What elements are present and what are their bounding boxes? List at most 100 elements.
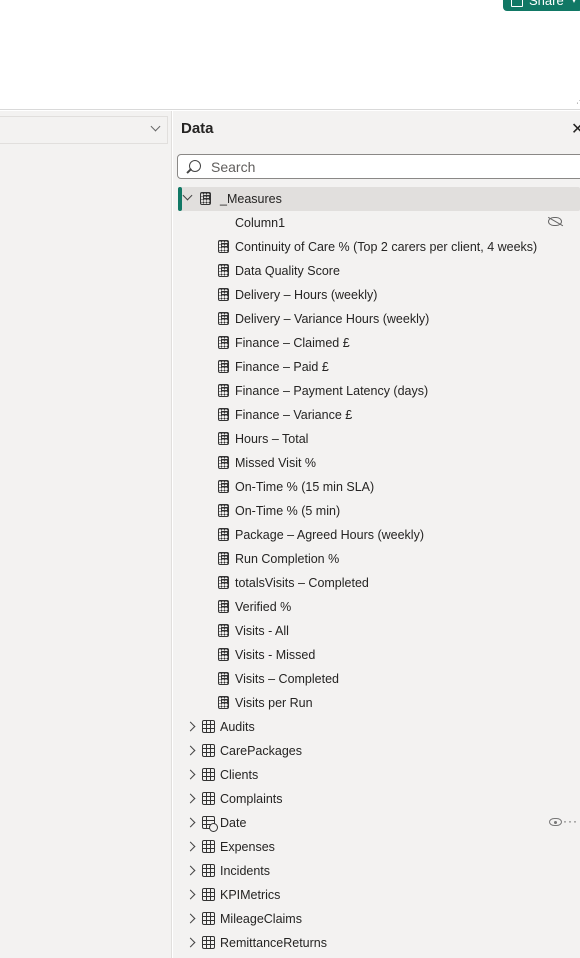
calculator-icon	[218, 648, 229, 661]
measure-item[interactable]: totalsVisits – Completed	[173, 571, 580, 595]
measure-item[interactable]: Finance – Variance £	[173, 403, 580, 427]
measure-label: Finance – Payment Latency (days)	[235, 384, 429, 398]
table-row[interactable]: Clients	[173, 763, 580, 787]
data-pane: Data ✕ _Measures Column1 Continuity of Car…	[173, 111, 580, 958]
table-row[interactable]: Complaints	[173, 787, 580, 811]
measure-item[interactable]: Continuity of Care % (Top 2 carers per c…	[173, 235, 580, 259]
measure-item[interactable]: Finance – Paid £	[173, 355, 580, 379]
chevron-down-icon: ▾	[571, 0, 577, 5]
measure-item[interactable]: Finance – Payment Latency (days)	[173, 379, 580, 403]
calculator-icon	[218, 408, 229, 421]
search-input[interactable]	[211, 158, 571, 176]
table-row[interactable]: Date ···	[173, 811, 580, 835]
calculator-icon	[218, 552, 229, 565]
measure-item[interactable]: Run Completion %	[173, 547, 580, 571]
measure-label: Hours – Total	[235, 432, 309, 446]
measure-label: Column1	[235, 216, 286, 230]
calculator-icon	[218, 288, 229, 301]
measure-item[interactable]: Hours – Total	[173, 427, 580, 451]
table-row-measures[interactable]: _Measures	[178, 187, 580, 211]
top-bar: Share ▾ ⋰	[0, 0, 580, 110]
table-icon	[202, 936, 215, 949]
eye-icon[interactable]	[549, 818, 562, 826]
measure-label: On-Time % (5 min)	[235, 504, 341, 518]
filters-pane	[0, 111, 172, 958]
share-button[interactable]: Share ▾	[503, 0, 580, 11]
table-row[interactable]: Incidents	[173, 859, 580, 883]
measure-item[interactable]: Visits – Completed	[173, 667, 580, 691]
measure-item[interactable]: Missed Visit %	[173, 451, 580, 475]
chevron-right-icon[interactable]	[185, 889, 196, 900]
table-icon	[202, 792, 215, 805]
measure-item[interactable]: Delivery – Hours (weekly)	[173, 283, 580, 307]
chevron-right-icon[interactable]	[185, 913, 196, 924]
filter-dropdown[interactable]	[0, 116, 168, 144]
measure-item[interactable]: Finance – Claimed £	[173, 331, 580, 355]
chevron-right-icon[interactable]	[185, 721, 196, 732]
table-label: _Measures	[220, 192, 282, 206]
measure-label: Visits per Run	[235, 696, 313, 710]
calculator-icon	[218, 576, 229, 589]
date-table-icon	[202, 816, 218, 832]
calculator-icon	[218, 456, 229, 469]
measure-label: Finance – Claimed £	[235, 336, 350, 350]
chevron-right-icon[interactable]	[185, 937, 196, 948]
calculator-icon	[218, 504, 229, 517]
table-row[interactable]: MileageClaims	[173, 907, 580, 931]
hidden-eye-icon[interactable]	[548, 217, 562, 226]
measure-item[interactable]: On-Time % (15 min SLA)	[173, 475, 580, 499]
table-row[interactable]: CarePackages	[173, 739, 580, 763]
table-icon	[202, 912, 215, 925]
measure-item[interactable]: Data Quality Score	[173, 259, 580, 283]
share-icon	[511, 0, 523, 7]
measure-label: Finance – Variance £	[235, 408, 353, 422]
chevron-right-icon[interactable]	[185, 793, 196, 804]
measure-label: Delivery – Hours (weekly)	[235, 288, 378, 302]
measure-label: On-Time % (15 min SLA)	[235, 480, 375, 494]
measure-item[interactable]: On-Time % (5 min)	[173, 499, 580, 523]
measure-item[interactable]: Delivery – Variance Hours (weekly)	[173, 307, 580, 331]
measure-label: totalsVisits – Completed	[235, 576, 369, 590]
share-label: Share	[529, 0, 564, 8]
chevron-right-icon[interactable]	[185, 817, 196, 828]
table-label: Incidents	[220, 864, 271, 878]
calculator-icon	[218, 312, 229, 325]
resize-handle-icon[interactable]: ⋰	[576, 96, 580, 105]
calculator-icon	[218, 528, 229, 541]
pane-title: Data	[181, 120, 214, 137]
table-row[interactable]: Expenses	[173, 835, 580, 859]
table-row[interactable]: Audits	[173, 715, 580, 739]
measures-table-icon	[200, 192, 211, 205]
calculator-icon	[218, 480, 229, 493]
table-icon	[202, 768, 215, 781]
search-box[interactable]	[177, 154, 580, 179]
table-row[interactable]: KPIMetrics	[173, 883, 580, 907]
chevron-right-icon[interactable]	[185, 841, 196, 852]
table-label: MileageClaims	[220, 912, 302, 926]
chevron-right-icon[interactable]	[185, 745, 196, 756]
more-options-icon[interactable]: ···	[563, 814, 578, 828]
measure-item[interactable]: Visits per Run	[173, 691, 580, 715]
table-label: Clients	[220, 768, 259, 782]
chevron-right-icon[interactable]	[185, 769, 196, 780]
table-label: CarePackages	[220, 744, 302, 758]
measure-item[interactable]: Visits - Missed	[173, 643, 580, 667]
measure-item[interactable]: Verified %	[173, 595, 580, 619]
measure-label: Verified %	[235, 600, 292, 614]
measure-item[interactable]: Visits - All	[173, 619, 580, 643]
measure-label: Data Quality Score	[235, 264, 340, 278]
selection-accent	[178, 187, 182, 211]
measure-label: Missed Visit %	[235, 456, 317, 470]
search-icon	[189, 160, 201, 172]
chevron-right-icon[interactable]	[185, 865, 196, 876]
measure-label: Visits – Completed	[235, 672, 339, 686]
measure-label: Package – Agreed Hours (weekly)	[235, 528, 424, 542]
measure-label: Visits - All	[235, 624, 289, 638]
measure-item[interactable]: Column1	[173, 211, 580, 235]
chevron-down-icon[interactable]	[182, 190, 193, 201]
table-row[interactable]: RemittanceReturns	[173, 931, 580, 955]
calculator-icon	[218, 672, 229, 685]
calculator-icon	[218, 432, 229, 445]
measure-item[interactable]: Package – Agreed Hours (weekly)	[173, 523, 580, 547]
close-pane-icon[interactable]: ✕	[571, 119, 580, 139]
